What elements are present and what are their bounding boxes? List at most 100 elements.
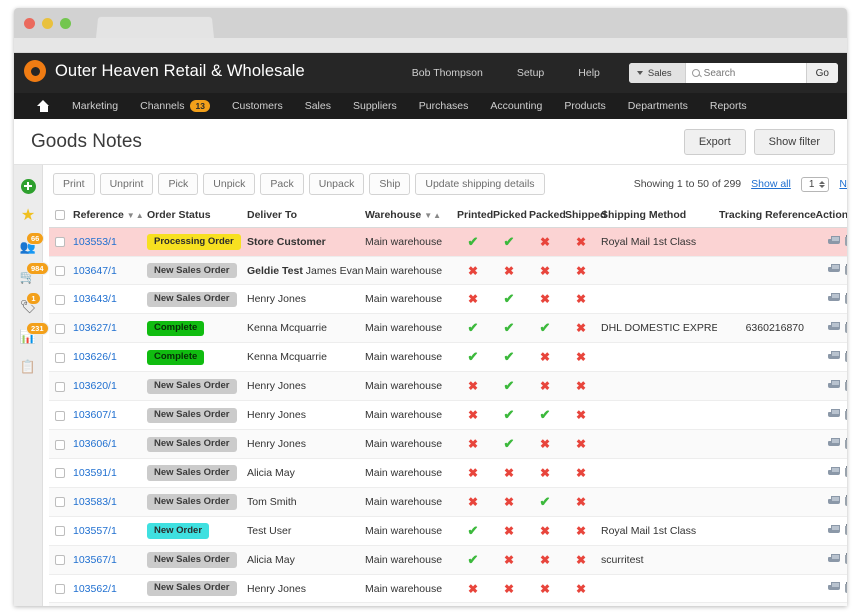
help-link[interactable]: Help bbox=[561, 67, 617, 79]
table-row[interactable]: 103647/1 New Sales Order Geldie Test James… bbox=[49, 256, 847, 286]
row-checkbox[interactable] bbox=[55, 323, 65, 334]
nav-home[interactable] bbox=[26, 100, 61, 112]
print-icon[interactable] bbox=[828, 553, 840, 564]
setup-link[interactable]: Setup bbox=[500, 67, 561, 79]
row-checkbox[interactable] bbox=[55, 526, 65, 537]
print-icon[interactable] bbox=[828, 380, 840, 390]
reference-link[interactable]: 103583/1 bbox=[73, 496, 117, 508]
trash-icon[interactable] bbox=[845, 495, 847, 507]
show-all-link[interactable]: Show all bbox=[751, 178, 791, 190]
col-printed[interactable]: Printed bbox=[455, 203, 493, 228]
reference-link[interactable]: 103557/1 bbox=[73, 525, 117, 537]
trash-icon[interactable] bbox=[845, 235, 847, 247]
trash-icon[interactable] bbox=[845, 553, 847, 565]
pack-button[interactable]: Pack bbox=[260, 173, 304, 195]
close-window-button[interactable] bbox=[24, 18, 35, 29]
print-icon[interactable] bbox=[828, 293, 840, 303]
nav-item-reports[interactable]: Reports bbox=[699, 100, 758, 112]
table-row[interactable]: 103620/1 New Sales Order Henry Jones Main w… bbox=[49, 371, 847, 402]
trash-icon[interactable] bbox=[845, 581, 847, 593]
reference-link[interactable]: 103562/1 bbox=[73, 583, 117, 595]
unpack-button[interactable]: Unpack bbox=[308, 173, 365, 195]
table-row[interactable]: 103626/1 Complete Kenna Mcquarrie Main ware… bbox=[49, 342, 847, 373]
ship-button[interactable]: Ship bbox=[369, 173, 411, 195]
row-checkbox[interactable] bbox=[55, 555, 65, 566]
nav-item-customers[interactable]: Customers bbox=[221, 100, 294, 112]
col-packed[interactable]: Packed bbox=[527, 203, 566, 228]
reference-link[interactable]: 103607/1 bbox=[73, 409, 117, 421]
search-scope-dropdown[interactable]: Sales bbox=[628, 63, 686, 83]
update-shipping-details-button[interactable]: Update shipping details bbox=[415, 173, 545, 195]
reference-link[interactable]: 103606/1 bbox=[73, 438, 117, 450]
print-icon[interactable] bbox=[828, 235, 840, 246]
row-checkbox[interactable] bbox=[55, 381, 65, 392]
export-button[interactable]: Export bbox=[683, 128, 746, 155]
nav-item-channels[interactable]: Channels 13 bbox=[129, 100, 221, 112]
rail-clipboard-button[interactable]: 📋 bbox=[14, 351, 42, 381]
nav-item-marketing[interactable]: Marketing bbox=[61, 100, 129, 112]
page-number-stepper[interactable]: 1 bbox=[800, 176, 830, 192]
col-warehouse[interactable]: Warehouse ▼▲ bbox=[363, 203, 455, 228]
show-filter-button[interactable]: Show filter bbox=[753, 128, 835, 155]
print-icon[interactable] bbox=[828, 495, 840, 506]
table-row[interactable]: 103643/1 New Sales Order Henry Jones Main w… bbox=[49, 284, 847, 315]
row-checkbox[interactable] bbox=[55, 352, 65, 363]
rail-favourites-button[interactable]: ★ bbox=[14, 201, 42, 231]
nav-item-products[interactable]: Products bbox=[553, 100, 616, 112]
trash-icon[interactable] bbox=[845, 524, 847, 536]
user-menu[interactable]: Bob Thompson bbox=[395, 67, 500, 79]
row-checkbox[interactable] bbox=[55, 583, 65, 594]
reference-link[interactable]: 103591/1 bbox=[73, 467, 117, 479]
trash-icon[interactable] bbox=[845, 350, 847, 362]
unpick-button[interactable]: Unpick bbox=[203, 173, 256, 195]
maximize-window-button[interactable] bbox=[60, 18, 71, 29]
print-icon[interactable] bbox=[828, 409, 840, 419]
reference-link[interactable]: 103553/1 bbox=[73, 236, 117, 248]
table-row[interactable]: 103567/1 New Sales Order Alicia May Main wa… bbox=[49, 545, 847, 575]
next-page-link[interactable]: Next bbox=[839, 178, 847, 190]
col-order-status[interactable]: Order Status bbox=[145, 203, 245, 228]
trash-icon[interactable] bbox=[845, 466, 847, 478]
row-checkbox[interactable] bbox=[55, 468, 65, 479]
brand[interactable]: Outer Heaven Retail & Wholesale bbox=[24, 60, 305, 82]
row-checkbox[interactable] bbox=[55, 265, 65, 276]
search-go-button[interactable]: Go bbox=[805, 63, 838, 83]
trash-icon[interactable] bbox=[845, 263, 847, 275]
rail-orders-button[interactable]: 🛒 984 bbox=[14, 261, 49, 291]
col-tracking-reference[interactable]: Tracking Reference bbox=[717, 203, 816, 228]
print-icon[interactable] bbox=[828, 466, 840, 477]
row-checkbox[interactable] bbox=[55, 410, 65, 421]
row-checkbox[interactable] bbox=[55, 294, 65, 305]
search-input[interactable] bbox=[703, 67, 800, 79]
table-row[interactable]: 103583/1 New Sales Order Tom Smith Main war… bbox=[49, 487, 847, 517]
nav-item-suppliers[interactable]: Suppliers bbox=[342, 100, 408, 112]
trash-icon[interactable] bbox=[845, 321, 847, 333]
reference-link[interactable]: 103626/1 bbox=[73, 351, 117, 363]
select-all-checkbox[interactable] bbox=[55, 210, 65, 221]
table-row[interactable]: 103553/1 Processing Order Store Customer Ma… bbox=[49, 227, 847, 257]
col-reference[interactable]: Reference ▼▲ bbox=[71, 203, 145, 228]
print-icon[interactable] bbox=[828, 524, 840, 535]
minimize-window-button[interactable] bbox=[42, 18, 53, 29]
print-icon[interactable] bbox=[828, 582, 840, 592]
trash-icon[interactable] bbox=[845, 292, 847, 304]
col-picked[interactable]: Picked bbox=[491, 203, 527, 228]
rail-customers-button[interactable]: 👥 66 bbox=[14, 231, 45, 261]
pick-button[interactable]: Pick bbox=[158, 173, 199, 195]
print-icon[interactable] bbox=[828, 438, 840, 448]
browser-tab[interactable] bbox=[96, 16, 214, 38]
table-row[interactable]: 103591/1 New Sales Order Alicia May Main wa… bbox=[49, 458, 847, 488]
print-icon[interactable] bbox=[828, 322, 840, 332]
reference-link[interactable]: 103647/1 bbox=[73, 265, 117, 277]
reference-link[interactable]: 103620/1 bbox=[73, 380, 117, 392]
nav-item-sales[interactable]: Sales bbox=[294, 100, 342, 112]
rail-add-button[interactable] bbox=[14, 171, 42, 201]
col-shipped[interactable]: Shipped bbox=[563, 203, 606, 228]
rail-tags-button[interactable]: 🏷 1 bbox=[14, 291, 42, 321]
print-icon[interactable] bbox=[828, 351, 840, 361]
col-deliver-to[interactable]: Deliver To bbox=[245, 203, 363, 228]
trash-icon[interactable] bbox=[845, 437, 847, 449]
table-row[interactable]: 103627/1 Complete Kenna Mcquarrie Main ware… bbox=[49, 313, 847, 344]
reference-link[interactable]: 103643/1 bbox=[73, 293, 117, 305]
trash-icon[interactable] bbox=[845, 408, 847, 420]
